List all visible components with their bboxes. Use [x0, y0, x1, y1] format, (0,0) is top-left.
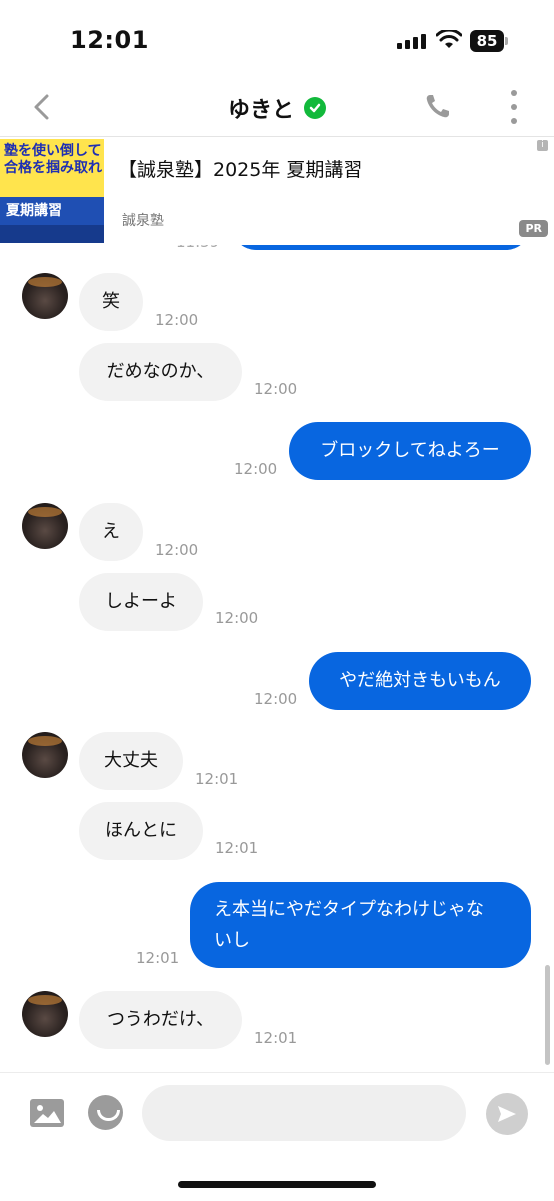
avatar[interactable] [22, 732, 68, 778]
message-input[interactable] [142, 1085, 466, 1141]
message-time: 12:01 [195, 770, 239, 788]
message-time: 12:00 [254, 380, 298, 398]
message-bubble[interactable]: つうわだけ、 [79, 991, 242, 1049]
send-icon[interactable] [486, 1093, 528, 1135]
message-bubble[interactable]: ほんとに [79, 802, 203, 860]
ad-pr-badge: PR [519, 220, 548, 237]
wifi-icon [436, 30, 462, 48]
message-bubble[interactable]: 大丈夫 [79, 732, 183, 790]
ad-image-text-bottom: 夏期講習 [6, 203, 62, 219]
message-bubble[interactable]: ブロックしてねよろー [289, 422, 531, 480]
message-time: 12:00 [254, 690, 298, 708]
signal-icon [397, 34, 426, 49]
avatar[interactable] [22, 273, 68, 319]
message-time: 12:00 [155, 541, 199, 559]
message-time: 12:00 [234, 460, 278, 478]
contact-name[interactable]: ゆきと [228, 92, 294, 124]
message-line: いし [214, 930, 250, 951]
message-time: 12:00 [215, 609, 259, 627]
image-icon[interactable] [30, 1099, 64, 1127]
verified-icon [304, 97, 326, 119]
home-indicator [178, 1181, 376, 1188]
composer [0, 1072, 554, 1201]
status-bar: 12:01 85 [0, 0, 554, 80]
message-bubble[interactable]: だめなのか、 [79, 343, 242, 401]
emoji-icon[interactable] [88, 1095, 123, 1130]
scrollbar[interactable] [545, 965, 550, 1065]
message-time: 12:01 [136, 949, 180, 967]
ad-sponsor: 誠泉塾 [122, 213, 164, 229]
ad-banner[interactable]: 塾を使い倒して合格を掴み取れ 夏期講習 【誠泉塾】2025年 夏期講習 誠泉塾 … [0, 137, 554, 245]
chat-header: ゆきと [0, 80, 554, 137]
avatar[interactable] [22, 991, 68, 1037]
message-bubble[interactable]: え [79, 503, 143, 561]
message-bubble[interactable]: え本当にやだタイプなわけじゃな いし [190, 882, 531, 968]
message-time: 12:01 [254, 1029, 298, 1047]
title-wrap: ゆきと [0, 92, 554, 124]
phone-icon[interactable] [424, 92, 452, 120]
message-time: 12:00 [155, 311, 199, 329]
more-icon[interactable] [506, 90, 522, 124]
message-bubble[interactable]: しよーよ [79, 573, 203, 631]
message-line: え本当にやだタイプなわけじゃな [214, 899, 484, 920]
battery-tip [505, 37, 508, 45]
ad-info-icon[interactable]: i [537, 140, 548, 151]
message-bubble[interactable]: 笑 [79, 273, 143, 331]
battery-icon: 85 [470, 30, 504, 52]
ad-image-text-top: 塾を使い倒して合格を掴み取れ [4, 143, 102, 176]
status-time: 12:01 [70, 26, 149, 54]
message-bubble[interactable]: やだ絶対きもいもん [309, 652, 531, 710]
ad-image[interactable]: 塾を使い倒して合格を掴み取れ 夏期講習 [0, 139, 104, 243]
ad-title[interactable]: 【誠泉塾】2025年 夏期講習 [118, 155, 362, 182]
avatar[interactable] [22, 503, 68, 549]
message-time: 12:01 [215, 839, 259, 857]
